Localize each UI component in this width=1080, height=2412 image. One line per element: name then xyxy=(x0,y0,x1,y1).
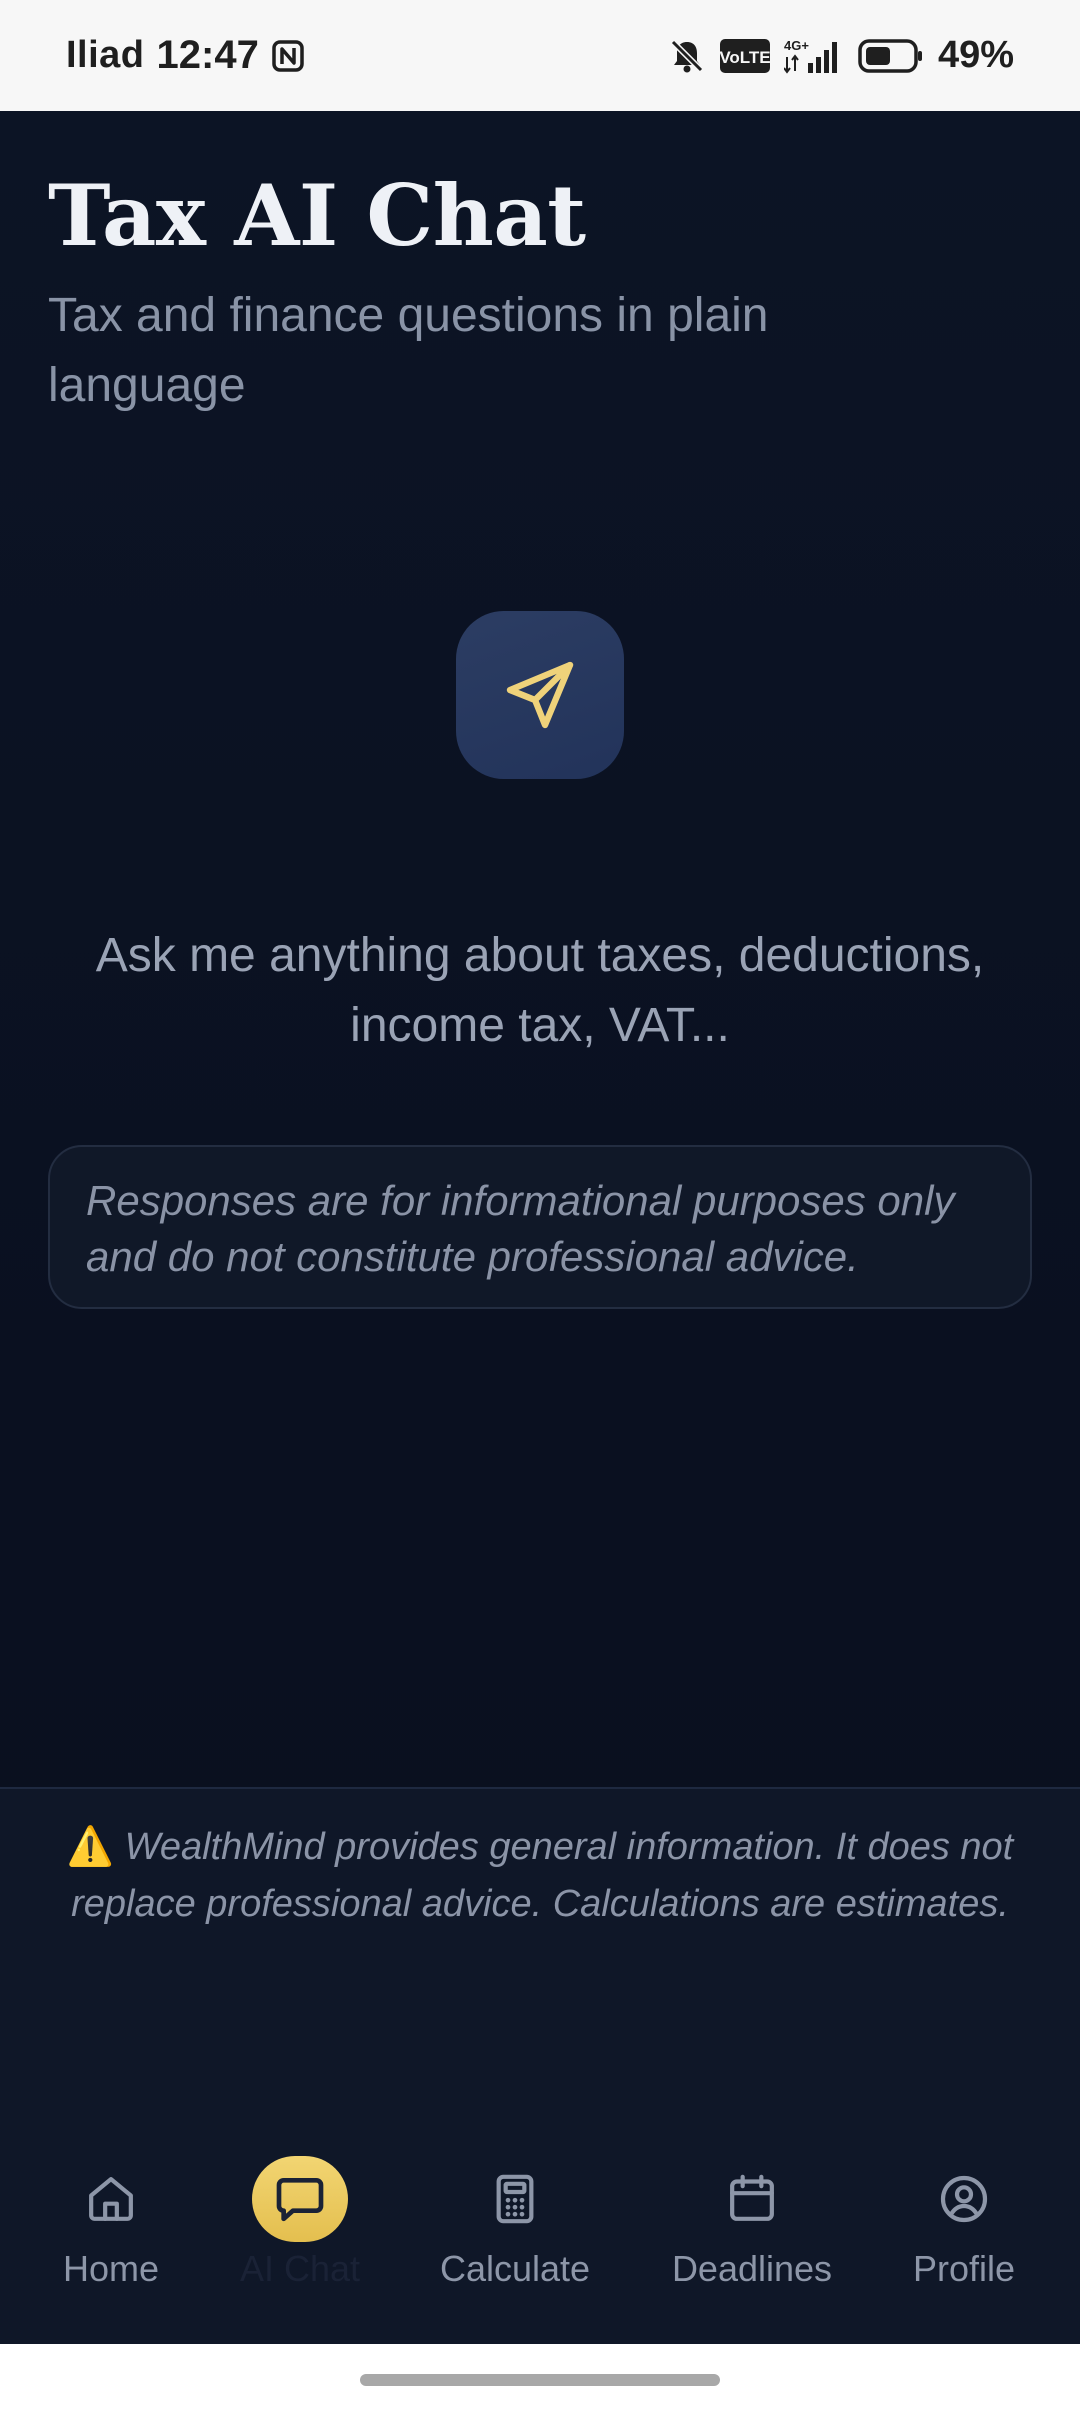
status-bar: Iliad 12:47 VoLTE 4G+ 49% xyxy=(0,0,1080,111)
info-notice-text: Responses are for informational purposes… xyxy=(86,1177,955,1280)
gesture-navigation-area xyxy=(0,2344,1080,2412)
signal-icon: 4G+ xyxy=(783,38,837,74)
nav-label-profile: Profile xyxy=(912,2248,1016,2289)
page-subtitle: Tax and finance questions in plain langu… xyxy=(48,289,769,412)
battery-icon xyxy=(858,38,922,73)
status-right: VoLTE 4G+ 49% xyxy=(668,34,1014,77)
volte-icon: VoLTE xyxy=(719,38,770,73)
nav-item-calculate[interactable]: Calculate xyxy=(415,2040,615,2290)
profile-icon xyxy=(940,2175,988,2223)
nav-item-home[interactable]: Home xyxy=(11,2040,211,2290)
gesture-handle[interactable] xyxy=(360,2374,720,2386)
warning-icon: ⚠️ xyxy=(66,1826,115,1868)
clock-time: 12:47 xyxy=(156,33,259,77)
nav-label-home: Home xyxy=(62,2248,160,2289)
bottom-nav: Home AI Chat Calculate Deadlines Profile xyxy=(0,2040,1080,2344)
nfc-icon xyxy=(272,39,304,72)
empty-state-prompt: Ask me anything about taxes, deductions,… xyxy=(95,929,985,1052)
nav-item-profile[interactable]: Profile xyxy=(864,2040,1064,2290)
chat-icon xyxy=(276,2178,324,2222)
calculator-icon xyxy=(496,2174,534,2224)
carrier-name: Iliad xyxy=(66,34,145,76)
nav-label-ai-chat: AI Chat xyxy=(239,2248,361,2289)
bell-muted-icon xyxy=(670,39,704,72)
svg-text:4G+: 4G+ xyxy=(784,38,809,53)
nav-item-ai-chat[interactable]: AI Chat xyxy=(200,2040,400,2290)
nav-label-deadlines: Deadlines xyxy=(671,2248,833,2289)
status-left: Iliad 12:47 xyxy=(66,33,305,78)
svg-text:VoLTE: VoLTE xyxy=(720,48,770,67)
nav-label-calculate: Calculate xyxy=(439,2248,591,2289)
disclaimer-text: WealthMind provides general information.… xyxy=(71,1826,1014,1925)
home-icon xyxy=(89,2177,133,2221)
calendar-icon xyxy=(730,2174,774,2221)
battery-percentage: 49% xyxy=(937,34,1014,76)
page-title: Tax AI Chat xyxy=(48,166,586,265)
send-icon xyxy=(456,611,624,779)
nav-item-deadlines[interactable]: Deadlines xyxy=(652,2040,852,2290)
info-notice-card: Responses are for informational purposes… xyxy=(48,1145,1032,1309)
